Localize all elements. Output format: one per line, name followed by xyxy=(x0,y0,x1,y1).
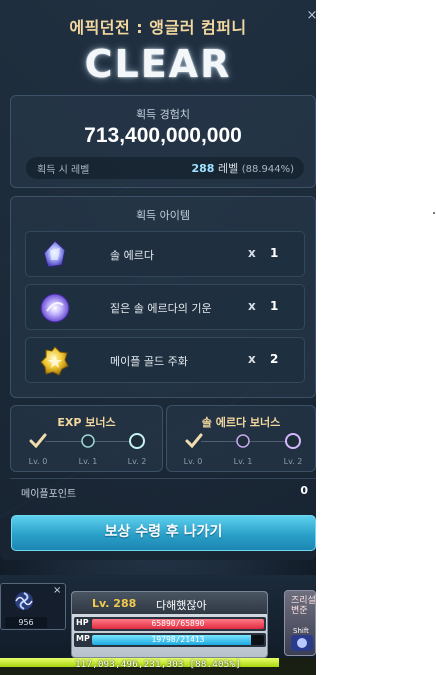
level-circle-icon xyxy=(81,434,95,448)
items-panel: 획득 아이템 솔 에르다 x 1 짙은 솔 에르다의 기운 x 1 메이플 골드… xyxy=(10,196,316,398)
exp-value: 713,400,000,000 xyxy=(84,124,242,147)
level-after-value: 288 레벨 (88.944%) xyxy=(191,160,294,176)
level-percent: (88.944%) xyxy=(241,164,294,175)
hp-track: 65890/65890 xyxy=(92,619,264,629)
character-status: Lv. 288 다해했잖아 HP 65890/65890 MP 19798/21… xyxy=(71,591,268,658)
dungeon-title: 에픽던전 : 앵글러 컴퍼니 xyxy=(69,18,247,37)
level-number: 288 xyxy=(191,162,215,175)
items-label: 획득 아이템 xyxy=(135,209,191,222)
item-quantity: 1 xyxy=(270,299,279,313)
maple-points-value: 0 xyxy=(300,484,308,497)
bonus-level-label: Lv. 0 xyxy=(183,457,203,466)
hp-bar: HP 65890/65890 xyxy=(74,617,266,631)
sol-erda-energy-icon xyxy=(40,293,70,323)
skill-label: 즈리설 변준 xyxy=(291,596,316,616)
stray-pixel xyxy=(433,212,435,214)
item-multiplier: x xyxy=(248,299,256,313)
exp-bonus-panel: EXP 보너스 Lv. 0 Lv. 1 Lv. 2 xyxy=(10,405,163,472)
bonus-level-label: Lv. 1 xyxy=(233,457,253,466)
maple-points-row: 메이플포인트 0 xyxy=(10,478,316,502)
level-circle-icon xyxy=(129,433,145,449)
item-row[interactable]: 짙은 솔 에르다의 기운 x 1 xyxy=(25,284,305,330)
close-icon[interactable]: × xyxy=(53,585,61,596)
buff-slot[interactable]: × 956 xyxy=(0,583,66,630)
level-circle-icon xyxy=(236,434,250,448)
check-icon xyxy=(185,433,203,449)
bonus-level-label: Lv. 2 xyxy=(283,457,303,466)
buff-swirl-icon xyxy=(15,592,33,610)
hp-text: 65890/65890 xyxy=(151,619,205,628)
erda-bonus-title: 솔 에르다 보너스 xyxy=(201,416,281,429)
exp-panel: 획득 경험치 713,400,000,000 획득 시 레벨 288 레벨 (8… xyxy=(10,95,316,188)
clear-banner: CLEAR xyxy=(84,42,232,86)
exp-bar-text: 117,093,496,231,303 [88.405%] xyxy=(75,660,241,670)
item-name: 짙은 솔 에르다의 기운 xyxy=(110,302,212,315)
maple-points-label: 메이플포인트 xyxy=(21,489,77,500)
item-multiplier: x xyxy=(248,246,256,260)
exp-label: 획득 경험치 xyxy=(135,108,191,121)
exp-bar: 117,093,496,231,303 [88.405%] xyxy=(0,658,316,675)
item-quantity: 1 xyxy=(270,246,279,260)
erda-bonus-panel: 솔 에르다 보너스 Lv. 0 Lv. 1 Lv. 2 xyxy=(166,405,316,472)
item-multiplier: x xyxy=(248,352,256,366)
claim-reward-exit-button[interactable]: 보상 수령 후 나가기 xyxy=(11,515,316,551)
level-circle-icon xyxy=(285,433,301,449)
level-unit: 레벨 xyxy=(217,162,239,175)
mp-text: 19798/21413 xyxy=(151,635,205,644)
exp-bonus-title: EXP 보너스 xyxy=(57,416,116,429)
mp-bar: MP 19798/21413 xyxy=(74,633,266,647)
character-level: Lv. 288 xyxy=(92,597,137,610)
skill-icon xyxy=(291,635,313,651)
item-name: 솔 에르다 xyxy=(110,249,154,262)
bonus-level-label: Lv. 1 xyxy=(78,457,98,466)
mp-tag: MP xyxy=(76,634,90,643)
item-row[interactable]: 솔 에르다 x 1 xyxy=(25,231,305,277)
character-name: 다해했잖아 xyxy=(156,599,207,612)
hp-tag: HP xyxy=(76,618,89,627)
check-icon xyxy=(29,433,47,449)
dungeon-result-dialog: × 에픽던전 : 앵글러 컴퍼니 CLEAR 획득 경험치 713,400,00… xyxy=(0,0,317,560)
maple-gold-coin-icon xyxy=(40,346,69,376)
bonus-level-label: Lv. 2 xyxy=(127,457,147,466)
status-header: Lv. 288 다해했잖아 xyxy=(72,592,267,614)
item-quantity: 2 xyxy=(270,352,279,366)
buff-count: 956 xyxy=(5,617,47,628)
bonus-level-label: Lv. 0 xyxy=(28,457,48,466)
level-after-label: 획득 시 레벨 xyxy=(37,165,90,176)
mp-track: 19798/21413 xyxy=(92,635,264,645)
sol-erda-icon xyxy=(43,240,66,268)
skill-slot[interactable]: 즈리설 변준 Shift xyxy=(284,590,316,656)
level-after-bar: 획득 시 레벨 288 레벨 (88.944%) xyxy=(26,157,304,179)
item-row[interactable]: 메이플 골드 주화 x 2 xyxy=(25,337,305,383)
item-name: 메이플 골드 주화 xyxy=(110,355,188,368)
